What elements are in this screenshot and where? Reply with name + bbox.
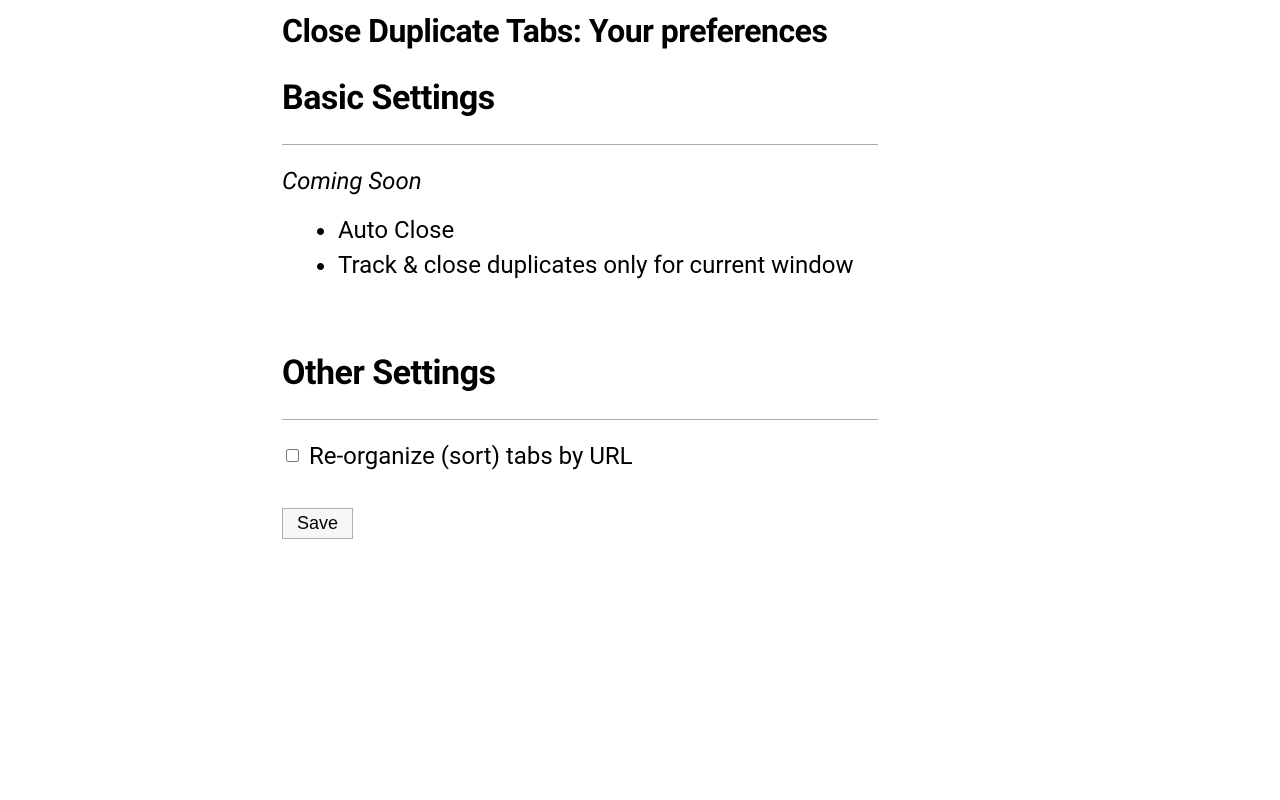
reorganize-label[interactable]: Re-organize (sort) tabs by URL (309, 442, 633, 470)
list-item: Track & close duplicates only for curren… (338, 248, 900, 283)
page-title: Close Duplicate Tabs: Your preferences (282, 12, 900, 50)
divider (282, 144, 878, 145)
list-item: Auto Close (338, 213, 900, 248)
reorganize-checkbox[interactable] (286, 449, 299, 462)
divider (282, 419, 878, 420)
save-button[interactable]: Save (282, 508, 353, 539)
reorganize-option-row: Re-organize (sort) tabs by URL (286, 442, 900, 470)
other-settings-heading: Other Settings (282, 353, 900, 393)
other-settings-section: Other Settings Re-organize (sort) tabs b… (282, 353, 900, 539)
coming-soon-label: Coming Soon (282, 167, 900, 195)
basic-settings-heading: Basic Settings (282, 78, 900, 118)
basic-settings-section: Basic Settings Coming Soon Auto Close Tr… (282, 78, 900, 283)
feature-list: Auto Close Track & close duplicates only… (282, 213, 900, 283)
